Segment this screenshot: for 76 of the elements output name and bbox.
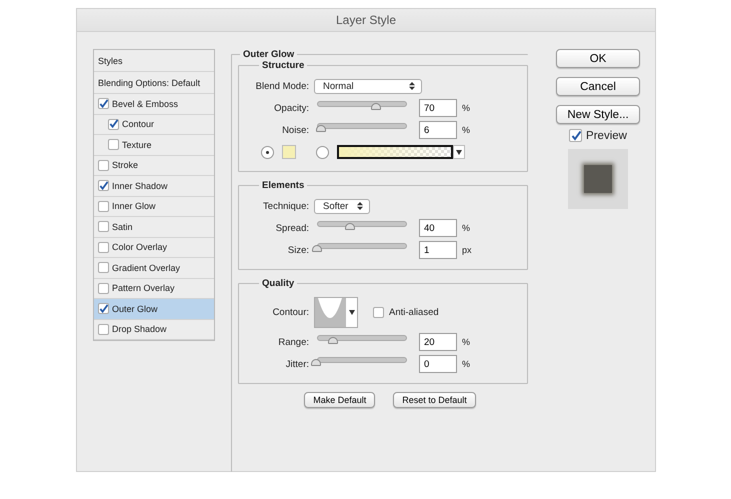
checkbox[interactable] [98,98,109,110]
checkbox[interactable] [98,200,109,212]
value-field[interactable]: 70 [419,99,457,117]
slider-thumb[interactable] [312,244,322,252]
checkbox[interactable] [98,282,109,294]
style-list-item[interactable]: Bevel & Emboss [94,94,214,114]
checkbox[interactable] [98,242,109,253]
technique-dropdown[interactable]: Softer [314,198,370,214]
blend-mode-dropdown[interactable]: Normal [314,78,422,94]
field-label: Jitter: [284,358,309,370]
value-field[interactable]: 20 [419,333,457,351]
style-list-item[interactable]: Styles [94,50,214,72]
style-list-item[interactable]: Color Overlay [94,238,214,258]
checkbox-label: Preview [586,130,627,142]
style-list-item[interactable]: Blending Options: Default [94,72,214,94]
checkbox[interactable] [108,139,119,150]
window-title: Layer Style [336,13,396,27]
field-label: Noise: [281,124,309,136]
radio-button[interactable] [316,146,329,158]
dialog-button[interactable]: OK [556,49,640,68]
checkbox[interactable] [373,306,384,318]
section-title: Structure [261,60,306,71]
gradient-dropdown[interactable] [453,145,465,159]
checkbox[interactable] [98,303,109,314]
checkbox[interactable] [108,118,119,130]
value-field[interactable]: 40 [419,219,457,237]
unit-label: % [462,359,470,369]
checkbox[interactable] [98,262,109,274]
value-field[interactable]: 0 [419,355,457,373]
caret-icon [348,310,354,314]
style-list-item[interactable]: Contour [94,114,214,135]
unit-label: % [462,103,470,113]
dialog-button[interactable]: Cancel [556,77,640,96]
checkbox[interactable] [98,180,109,192]
stepper-arrows-icon [357,202,363,210]
preview-thumbnail [568,149,628,209]
field-label: Blend Mode: [254,80,309,92]
checkbox-label: Anti-aliased [389,306,439,318]
caret-icon [456,150,462,154]
field-label: Contour: [272,306,309,318]
default-button[interactable]: Reset to Default [393,392,476,408]
style-list-item[interactable]: Outer Glow [94,299,214,320]
unit-label: % [462,125,470,135]
field-label: Size: [286,244,309,256]
style-list-item[interactable]: Stroke [94,156,214,176]
checkbox[interactable] [569,129,582,142]
gradient-swatch[interactable] [337,145,453,159]
field-label: Opacity: [273,102,309,114]
section-title: Quality [261,278,296,289]
style-list-item[interactable]: Gradient Overlay [94,258,214,278]
unit-label: % [462,223,470,233]
field-label: Range: [277,336,309,348]
checkbox[interactable] [98,221,109,232]
contour-picker[interactable] [314,296,358,328]
slider-thumb[interactable] [311,358,321,366]
section-title: Elements [261,180,306,191]
value-field[interactable]: 1 [419,241,457,259]
unit-label: % [462,337,470,347]
style-list-item[interactable]: Satin [94,217,214,238]
checkbox[interactable] [98,160,109,171]
style-list-item[interactable]: Texture [94,135,214,156]
radio-button[interactable] [261,146,274,158]
dialog-button[interactable]: New Style... [556,105,640,124]
checkbox[interactable] [98,324,109,335]
field-label: Spread: [274,222,309,234]
style-list-item[interactable]: Inner Shadow [94,176,214,196]
style-list-item[interactable]: Drop Shadow [94,320,214,340]
contour-curve-icon [315,298,345,326]
value-field[interactable]: 6 [419,121,457,139]
field-label: Technique: [262,200,309,212]
stepper-arrows-icon [409,82,415,90]
style-list-item[interactable]: Inner Glow [94,196,214,217]
unit-label: px [462,245,472,255]
color-swatch[interactable] [282,145,296,159]
default-button[interactable]: Make Default [304,392,376,408]
section-title: Outer Glow [242,49,296,60]
